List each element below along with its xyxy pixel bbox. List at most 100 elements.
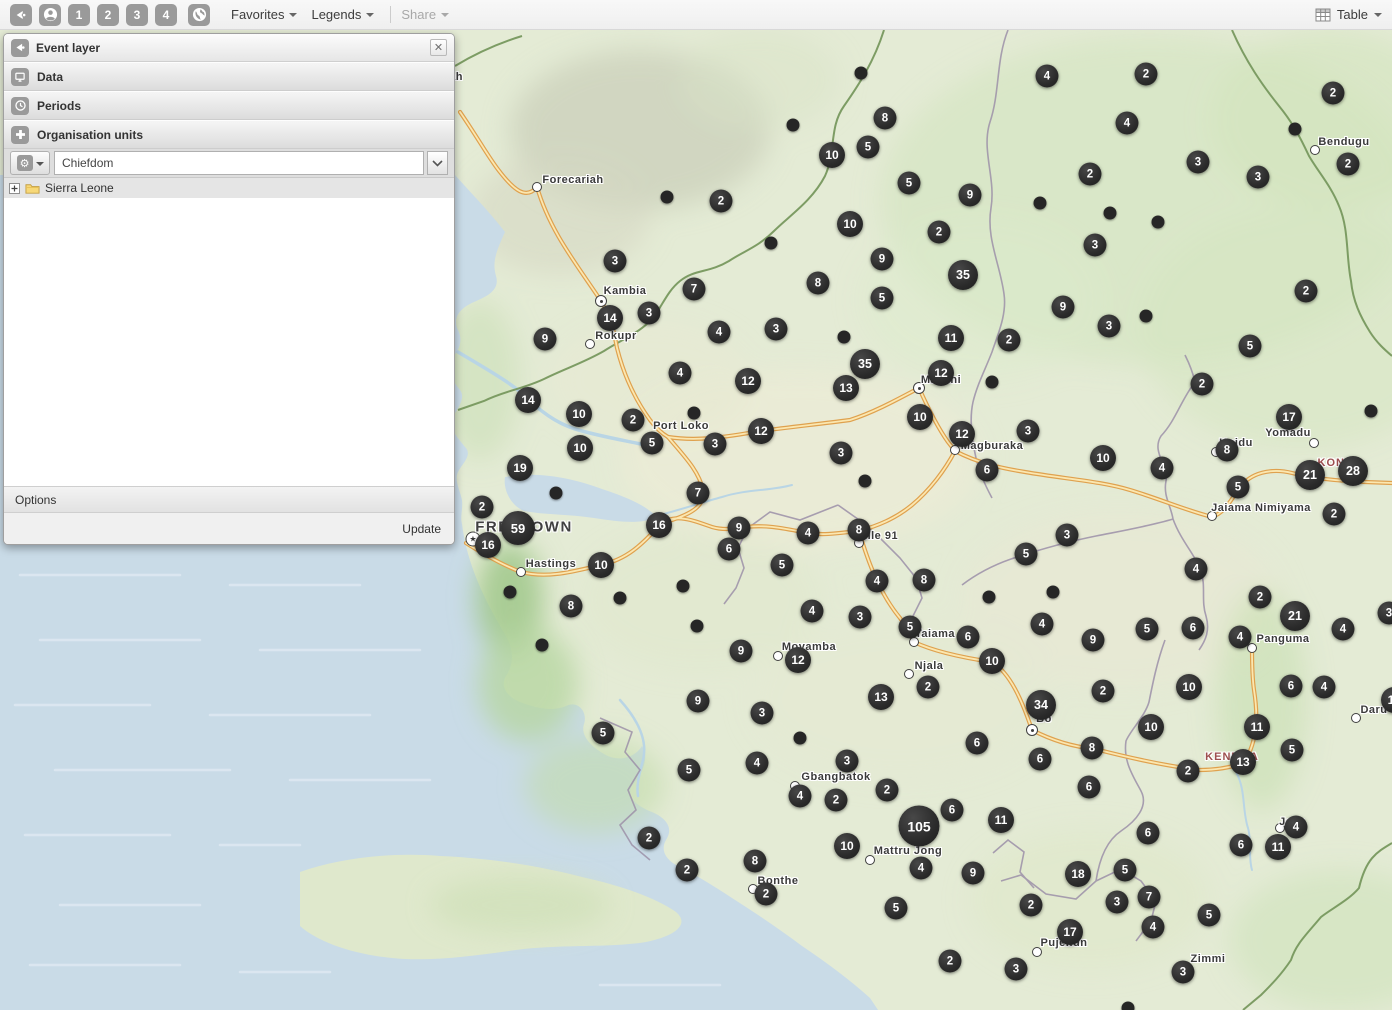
event-cluster-marker[interactable]: 8 (913, 569, 936, 592)
event-cluster-marker[interactable]: 4 (1036, 65, 1059, 88)
tree-node-sierra-leone[interactable]: Sierra Leone (4, 178, 454, 198)
event-cluster-marker[interactable]: 8 (1216, 439, 1239, 462)
close-icon[interactable]: ✕ (430, 39, 447, 56)
event-cluster-marker[interactable]: 4 (1142, 916, 1165, 939)
event-cluster-marker[interactable]: 2 (1020, 894, 1043, 917)
event-cluster-marker[interactable]: 3 (704, 433, 727, 456)
event-cluster-marker[interactable]: 5 (1015, 543, 1038, 566)
event-cluster-marker[interactable]: 4 (1285, 816, 1308, 839)
event-cluster-marker[interactable]: 6 (976, 459, 999, 482)
event-cluster-marker[interactable]: 2 (1191, 373, 1214, 396)
view-4-button[interactable]: 4 (155, 4, 177, 26)
panel-header[interactable]: Event layer ✕ (4, 34, 454, 62)
event-cluster-marker[interactable]: 28 (1338, 456, 1368, 486)
event-cluster-marker[interactable]: 8 (874, 107, 897, 130)
event-cluster-marker[interactable]: 14 (515, 387, 541, 413)
event-cluster-marker[interactable]: 2 (638, 827, 661, 850)
event-cluster-marker[interactable]: 4 (746, 752, 769, 775)
event-cluster-marker[interactable]: 4 (1313, 676, 1336, 699)
event-cluster-marker[interactable]: 16 (646, 512, 672, 538)
event-cluster-marker[interactable]: 8 (560, 595, 583, 618)
options-section[interactable]: Options (4, 486, 454, 513)
event-cluster-marker[interactable]: 9 (962, 862, 985, 885)
event-cluster-marker[interactable]: 10 (819, 142, 845, 168)
event-cluster-marker[interactable]: 6 (1137, 822, 1160, 845)
event-cluster-marker[interactable]: 3 (1378, 602, 1392, 625)
view-3-button[interactable]: 3 (126, 4, 148, 26)
event-cluster-marker[interactable]: 5 (899, 616, 922, 639)
event-cluster-marker[interactable]: 12 (785, 647, 811, 673)
event-cluster-marker[interactable]: 5 (898, 172, 921, 195)
event-cluster-marker[interactable]: 10 (907, 404, 933, 430)
event-cluster-marker[interactable]: 6 (1230, 834, 1253, 857)
event-cluster-marker[interactable]: 35 (850, 349, 880, 379)
event-cluster-marker[interactable]: 5 (1198, 904, 1221, 927)
event-cluster-marker[interactable]: 8 (744, 850, 767, 873)
update-button[interactable]: Update (402, 522, 441, 536)
event-cluster-marker[interactable]: 2 (622, 409, 645, 432)
event-cluster-marker[interactable]: 2 (710, 190, 733, 213)
event-cluster-marker[interactable]: 3 (836, 750, 859, 773)
orgunit-level-trigger[interactable] (427, 151, 448, 175)
event-cluster-marker[interactable]: 4 (866, 570, 889, 593)
event-cluster-marker[interactable]: 5 (871, 287, 894, 310)
user-icon[interactable] (39, 4, 61, 26)
event-cluster-marker[interactable]: 2 (939, 950, 962, 973)
event-cluster-marker[interactable]: 10 (588, 552, 614, 578)
event-cluster-marker[interactable]: 2 (1177, 760, 1200, 783)
event-cluster-marker[interactable]: 14 (597, 305, 623, 331)
event-cluster-marker[interactable]: 12 (949, 421, 975, 447)
table-menu[interactable]: Table (1315, 7, 1382, 22)
event-cluster-marker[interactable]: 3 (1187, 151, 1210, 174)
view-2-button[interactable]: 2 (97, 4, 119, 26)
event-cluster-marker[interactable]: 6 (1280, 675, 1303, 698)
event-cluster-marker[interactable]: 12 (928, 360, 954, 386)
event-cluster-marker[interactable]: 4 (1332, 618, 1355, 641)
event-cluster-marker[interactable]: 11 (988, 807, 1014, 833)
event-cluster-marker[interactable]: 17 (1057, 919, 1083, 945)
event-cluster-marker[interactable]: 5 (1281, 739, 1304, 762)
event-cluster-marker[interactable]: 3 (1005, 958, 1028, 981)
globe-icon[interactable] (188, 4, 210, 26)
section-orgunits[interactable]: Organisation units (4, 120, 454, 149)
event-cluster-marker[interactable]: 34 (1026, 690, 1056, 720)
event-cluster-marker[interactable]: 5 (1136, 618, 1159, 641)
event-cluster-marker[interactable]: 5 (1227, 476, 1250, 499)
event-cluster-marker[interactable]: 35 (948, 260, 978, 290)
event-cluster-marker[interactable]: 13 (1230, 749, 1256, 775)
event-cluster-marker[interactable]: 9 (1082, 629, 1105, 652)
event-cluster-marker[interactable]: 3 (1017, 420, 1040, 443)
event-cluster-marker[interactable]: 9 (534, 328, 557, 351)
event-cluster-marker[interactable]: 3 (1098, 315, 1121, 338)
event-cluster-marker[interactable]: 2 (825, 789, 848, 812)
event-cluster-marker[interactable]: 3 (1106, 891, 1129, 914)
event-cluster-marker[interactable]: 11 (938, 325, 964, 351)
event-cluster-marker[interactable]: 4 (797, 522, 820, 545)
event-cluster-marker[interactable]: 2 (917, 676, 940, 699)
event-cluster-marker[interactable]: 13 (868, 684, 894, 710)
event-cluster-marker[interactable]: 105 (899, 806, 940, 847)
event-cluster-marker[interactable]: 4 (910, 857, 933, 880)
event-cluster-marker[interactable]: 3 (830, 442, 853, 465)
event-cluster-marker[interactable]: 5 (592, 722, 615, 745)
event-cluster-marker[interactable]: 6 (1029, 748, 1052, 771)
event-cluster-marker[interactable]: 16 (475, 532, 501, 558)
event-cluster-marker[interactable]: 6 (941, 799, 964, 822)
event-cluster-marker[interactable]: 7 (683, 278, 706, 301)
event-cluster-marker[interactable]: 3 (1056, 524, 1079, 547)
orgunit-level-select[interactable]: Chiefdom (54, 151, 424, 175)
legends-menu[interactable]: Legends (311, 7, 374, 22)
event-cluster-marker[interactable]: 3 (849, 606, 872, 629)
event-cluster-marker[interactable]: 2 (1249, 586, 1272, 609)
event-cluster-marker[interactable]: 10 (567, 435, 593, 461)
event-cluster-marker[interactable]: 11 (1265, 834, 1291, 860)
section-periods[interactable]: Periods (4, 91, 454, 120)
event-cluster-marker[interactable]: 17 (1276, 404, 1302, 430)
event-cluster-marker[interactable]: 8 (1081, 737, 1104, 760)
event-cluster-marker[interactable]: 6 (957, 626, 980, 649)
event-cluster-marker[interactable]: 10 (837, 211, 863, 237)
section-data[interactable]: Data (4, 62, 454, 91)
layer-back-icon[interactable] (11, 39, 29, 57)
event-cluster-marker[interactable]: 9 (871, 248, 894, 271)
event-cluster-marker[interactable]: 2 (876, 779, 899, 802)
